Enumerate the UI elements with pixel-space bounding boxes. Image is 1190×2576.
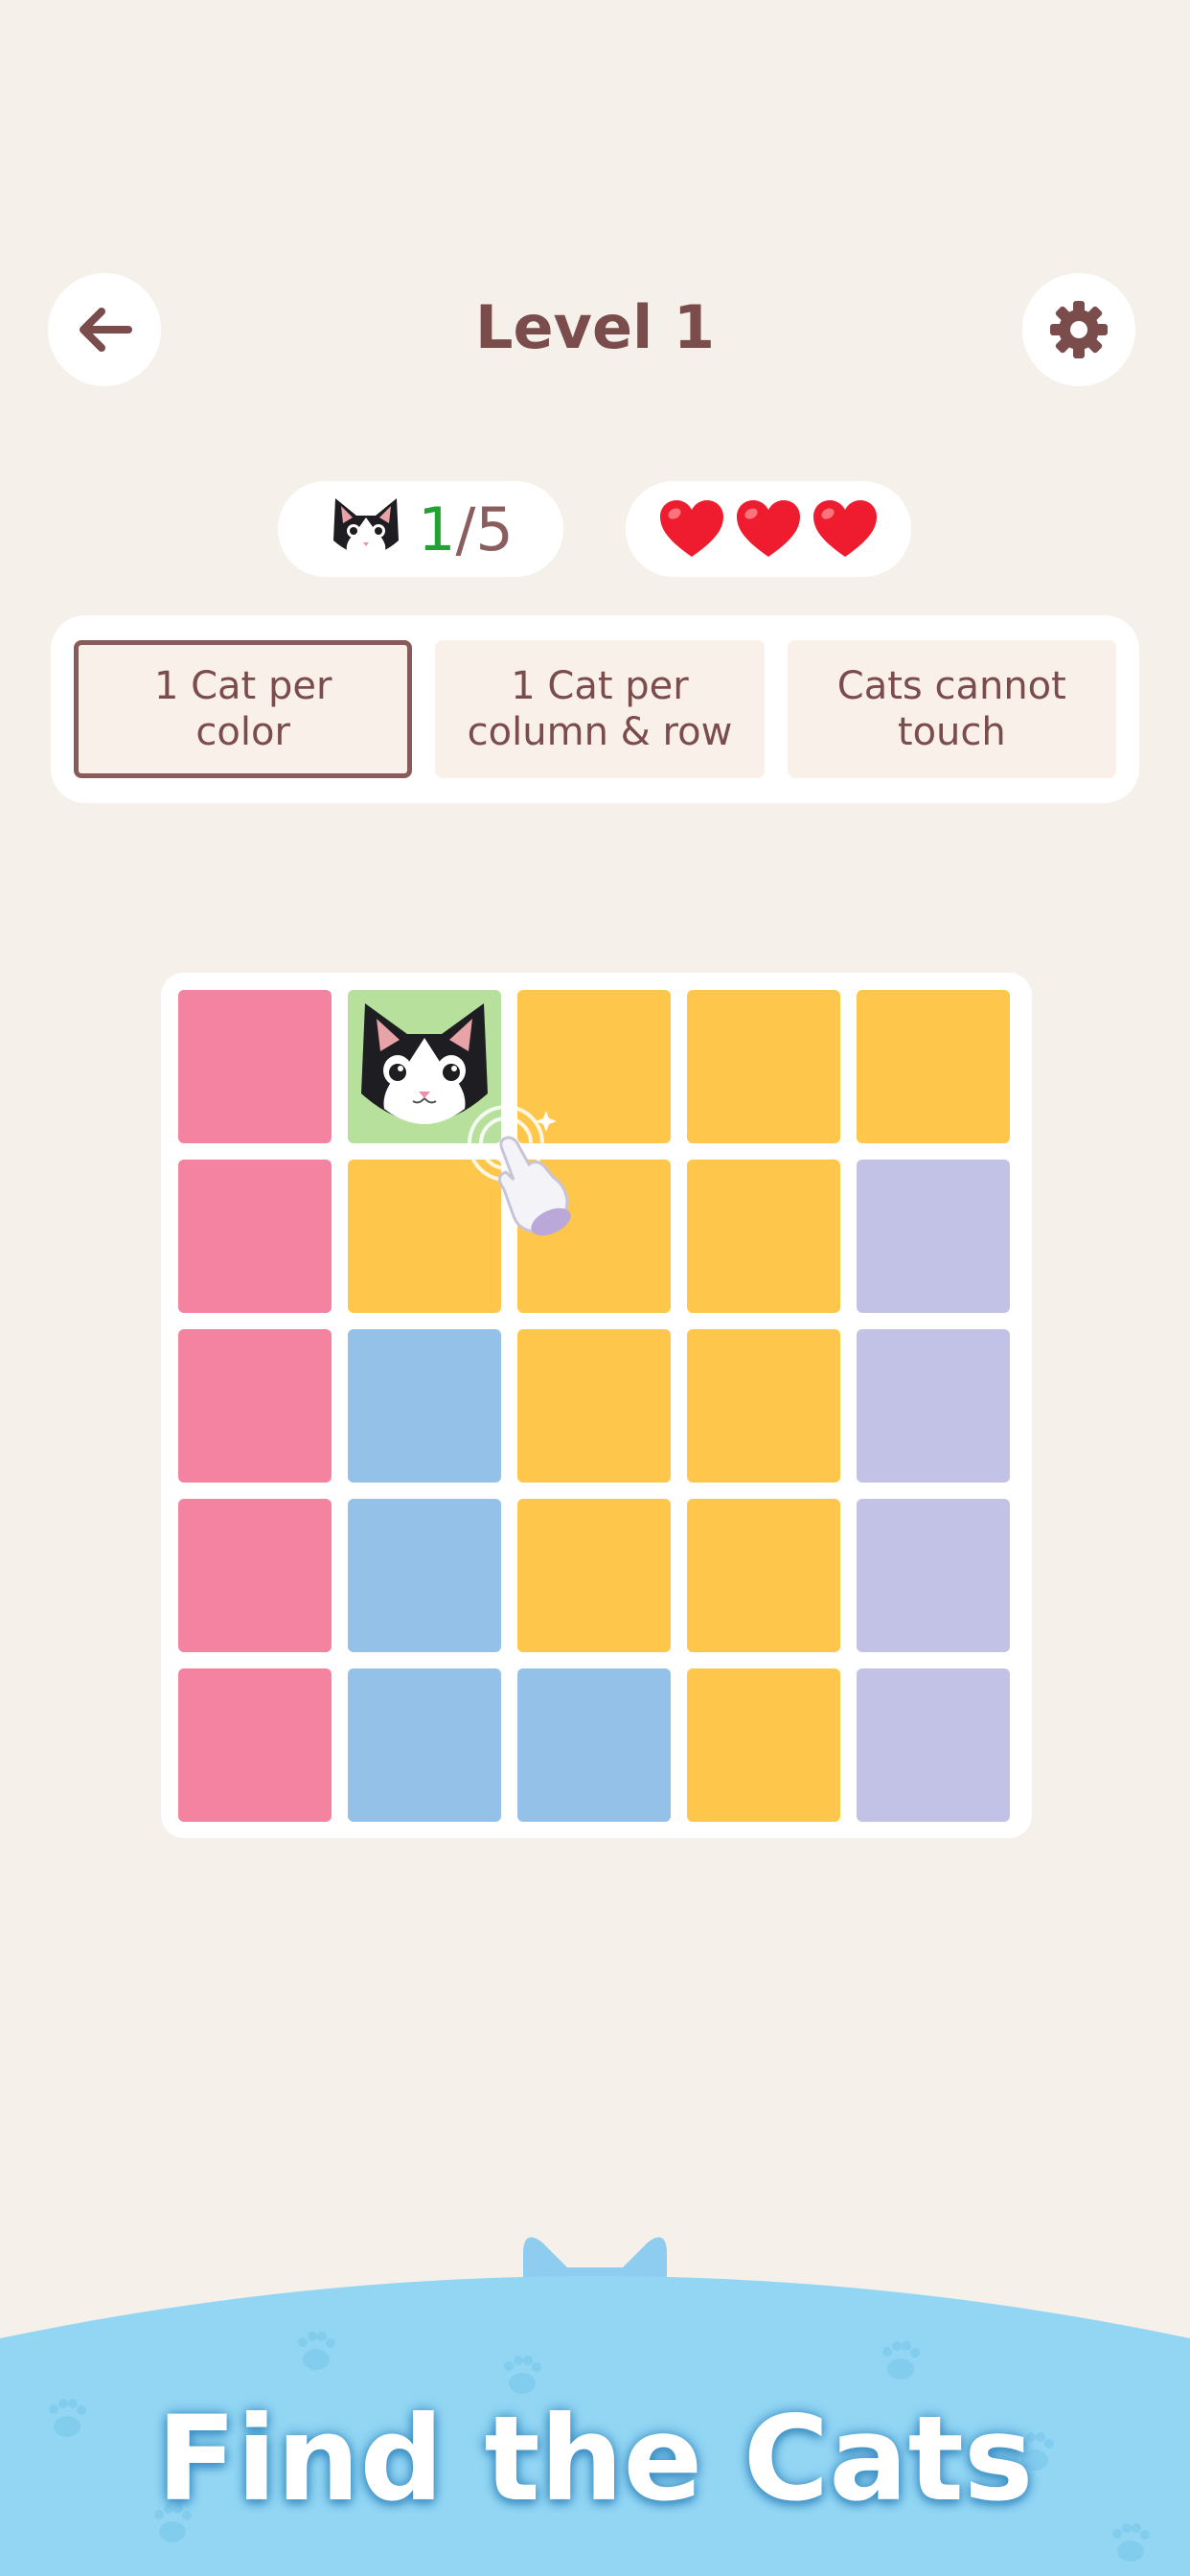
board-cell[interactable] [687,1499,840,1652]
board-cell[interactable] [348,1668,501,1822]
board-cell[interactable] [857,1329,1010,1483]
board-cell[interactable] [687,1668,840,1822]
rule-label: 1 Cat per column & row [467,664,733,754]
board-cell[interactable] [687,1160,840,1313]
settings-button[interactable] [1022,273,1135,386]
board-cell[interactable] [178,1668,332,1822]
gear-icon [1050,301,1108,358]
board-cell[interactable] [857,1499,1010,1652]
board-cell[interactable] [857,990,1010,1143]
cats-total-value: /5 [455,494,514,564]
board-cell[interactable] [857,1160,1010,1313]
board-cell[interactable] [178,990,332,1143]
cats-found-text: 1/5 [418,494,514,564]
cats-found-counter: 1/5 [278,481,563,577]
board-cell[interactable] [517,1499,671,1652]
board-cell[interactable] [517,1329,671,1483]
board-cell[interactable] [857,1668,1010,1822]
rule-one-cat-per-column-row[interactable]: 1 Cat per column & row [435,640,765,778]
heart-icon [660,500,723,557]
rule-label: 1 Cat per color [153,664,332,754]
page-title: Level 1 [475,292,715,362]
heart-icon [737,500,800,557]
lives-display [626,481,911,577]
board-cell[interactable] [348,1329,501,1483]
rule-label: Cats cannot touch [836,664,1066,754]
board-cell[interactable] [687,990,840,1143]
tap-hand-icon [468,1105,571,1236]
rule-cats-cannot-touch[interactable]: Cats cannot touch [787,640,1116,778]
rule-one-cat-per-color[interactable]: 1 Cat per color [74,640,413,778]
cats-found-value: 1 [418,494,456,564]
board-cell[interactable] [687,1329,840,1483]
rules-panel: 1 Cat per color 1 Cat per column & row C… [51,615,1139,803]
heart-icon [813,500,877,557]
board-cell[interactable] [348,1499,501,1652]
board-cell[interactable] [178,1499,332,1652]
board-cell[interactable] [178,1329,332,1483]
headline-text: Find the Cats [156,2391,1034,2527]
board-cell[interactable] [178,1160,332,1313]
board-cell[interactable] [517,1668,671,1822]
cat-face-icon [333,498,400,558]
